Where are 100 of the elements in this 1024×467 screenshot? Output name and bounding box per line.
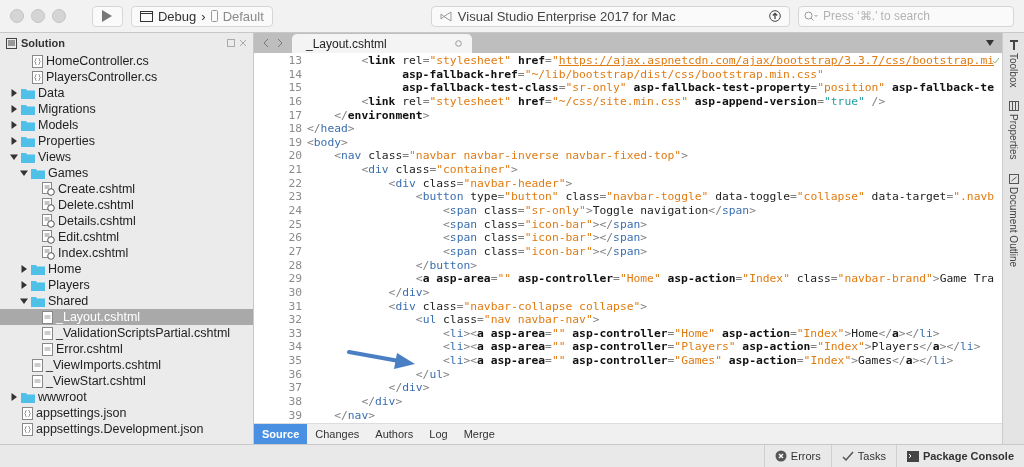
tree-item[interactable]: _ValidationScriptsPartial.cshtml — [0, 325, 253, 341]
disclosure-triangle-icon[interactable] — [10, 153, 18, 161]
folder-icon — [31, 295, 45, 307]
view-tab[interactable]: Authors — [367, 424, 422, 444]
pad-tab[interactable]: Toolbox — [1008, 53, 1019, 88]
line-number: 39 — [287, 408, 303, 423]
code-line: <div class="navbar-header"> — [388, 176, 573, 191]
code-line: <nav class="navbar navbar-inverse navbar-fixed-top"> — [334, 149, 688, 164]
tree-item[interactable]: Data — [0, 85, 253, 101]
code-line: </ul> — [415, 367, 450, 382]
code-line: <li><a asp-area="" asp-controller="Games" asp-action="Index">Games</a></li> — [443, 354, 954, 368]
tree-item[interactable]: HomeController.cs — [0, 53, 253, 69]
code-line: <span class="sr-only">Toggle navigation</span> — [443, 204, 756, 218]
status-button[interactable]: Errors — [763, 445, 831, 467]
tree-item[interactable]: Views — [0, 149, 253, 165]
folder-icon — [21, 119, 35, 131]
razor-file-icon — [42, 246, 55, 260]
disclosure-triangle-icon[interactable] — [20, 265, 28, 273]
disclosure-triangle-icon[interactable] — [10, 89, 18, 97]
disclosure-triangle-icon[interactable] — [10, 121, 18, 129]
file-icon — [42, 342, 53, 356]
tree-item[interactable]: Index.cshtml — [0, 245, 253, 261]
tree-item[interactable]: Properties — [0, 133, 253, 149]
code-line: <link rel="stylesheet" href="~/css/site.min.css" asp-append-version="true" /> — [361, 94, 886, 109]
code-line: <span class="icon-bar"></span> — [443, 217, 648, 232]
braces-file-icon — [22, 406, 33, 420]
play-icon — [102, 10, 113, 22]
folder-icon — [21, 135, 35, 147]
code-line: </div> — [361, 395, 403, 409]
tree-item[interactable]: Players — [0, 277, 253, 293]
code-line: </nav> — [334, 408, 376, 423]
disclosure-triangle-icon[interactable] — [20, 281, 28, 289]
line-number: 15 — [287, 81, 303, 95]
tree-item[interactable]: _ViewStart.cshtml — [0, 373, 253, 389]
braces-file-icon — [32, 70, 43, 84]
pad-tab[interactable]: Document Outline — [1008, 187, 1019, 268]
checkmark-icon — [992, 57, 1000, 64]
code-line: <button type="button" class="navbar-toggle" data-toggle="collapse" data-target=".navb — [415, 190, 995, 205]
line-number: 27 — [287, 244, 303, 259]
disclosure-triangle-icon[interactable] — [10, 137, 18, 145]
view-tab[interactable]: Merge — [455, 424, 503, 444]
tree-item[interactable]: PlayersController.cs — [0, 69, 253, 85]
tree-item[interactable]: Delete.cshtml — [0, 197, 253, 213]
code-line: </div> — [388, 381, 430, 395]
outline-icon — [1008, 174, 1019, 185]
line-number: 37 — [287, 381, 303, 395]
line-number: 25 — [287, 217, 303, 232]
view-tab[interactable]: Log — [421, 424, 456, 444]
pad-tab[interactable]: Properties — [1008, 114, 1019, 161]
code-line: asp-fallback-test-class="sr-only" asp-fallback-test-property="position" asp-fallback-te — [402, 81, 994, 95]
checkmark-icon — [841, 450, 854, 462]
code-line: <span class="icon-bar"></span> — [443, 244, 648, 259]
tree-item[interactable]: Create.cshtml — [0, 181, 253, 197]
disclosure-triangle-icon[interactable] — [10, 105, 18, 113]
tree-item[interactable]: wwwroot — [0, 389, 253, 405]
unsaved-dot-icon — [455, 40, 462, 47]
line-number: 23 — [287, 190, 303, 205]
folder-icon — [21, 103, 35, 115]
disclosure-triangle-icon[interactable] — [10, 393, 18, 401]
tree-item[interactable]: Games — [0, 165, 253, 181]
status-button[interactable]: Package Console — [895, 445, 1024, 467]
line-number: 19 — [287, 135, 303, 150]
line-number: 26 — [287, 231, 303, 245]
disclosure-triangle-icon[interactable] — [20, 297, 28, 305]
line-number: 30 — [287, 285, 303, 300]
folder-icon — [31, 263, 45, 275]
tree-item[interactable]: Models — [0, 117, 253, 133]
code-line: <span class="icon-bar"></span> — [443, 231, 648, 245]
run-button[interactable] — [92, 5, 123, 27]
line-number: 17 — [287, 108, 303, 123]
view-tab[interactable]: Changes — [307, 424, 368, 444]
tree-item[interactable]: Details.cshtml — [0, 213, 253, 229]
status-button[interactable]: Tasks — [830, 445, 896, 467]
properties-icon — [1008, 101, 1019, 112]
tree-item[interactable]: appsettings.json — [0, 405, 253, 421]
tree-item[interactable]: Error.cshtml — [0, 341, 253, 357]
code-line: </div> — [388, 285, 430, 300]
line-number: 34 — [287, 340, 303, 355]
search-field[interactable]: Press ‘⌘.’ to search — [798, 5, 1014, 27]
tree-item[interactable]: Home — [0, 261, 253, 277]
dropdown-icon[interactable] — [986, 40, 994, 46]
code-line: <a asp-area="" asp-controller="Home" asp-action="Index" class="navbar-brand">Game Tra — [415, 272, 995, 286]
code-line: <li><a asp-area="" asp-controller="Players" asp-action="Index">Players</a></li> — [443, 340, 981, 355]
phone-icon — [210, 10, 218, 22]
code-line: </environment> — [334, 108, 430, 123]
status-field: Visual Studio Enterprise 2017 for Mac — [430, 5, 790, 27]
configuration-selector[interactable]: Debug › Default — [131, 5, 273, 27]
tree-item[interactable]: Migrations — [0, 101, 253, 117]
tree-item[interactable]: Edit.cshtml — [0, 229, 253, 245]
disclosure-triangle-icon[interactable] — [20, 169, 28, 177]
tree-item[interactable]: Shared — [0, 293, 253, 309]
file-icon — [42, 326, 53, 340]
folder-icon — [21, 151, 35, 163]
tree-item[interactable]: appsettings.Development.json — [0, 421, 253, 437]
tree-item[interactable]: _ViewImports.cshtml — [0, 357, 253, 373]
document-tab[interactable]: _Layout.cshtml — [292, 34, 472, 53]
line-number: 24 — [287, 204, 303, 218]
file-icon — [42, 310, 53, 324]
line-number: 33 — [287, 326, 303, 341]
folder-icon — [31, 279, 45, 291]
